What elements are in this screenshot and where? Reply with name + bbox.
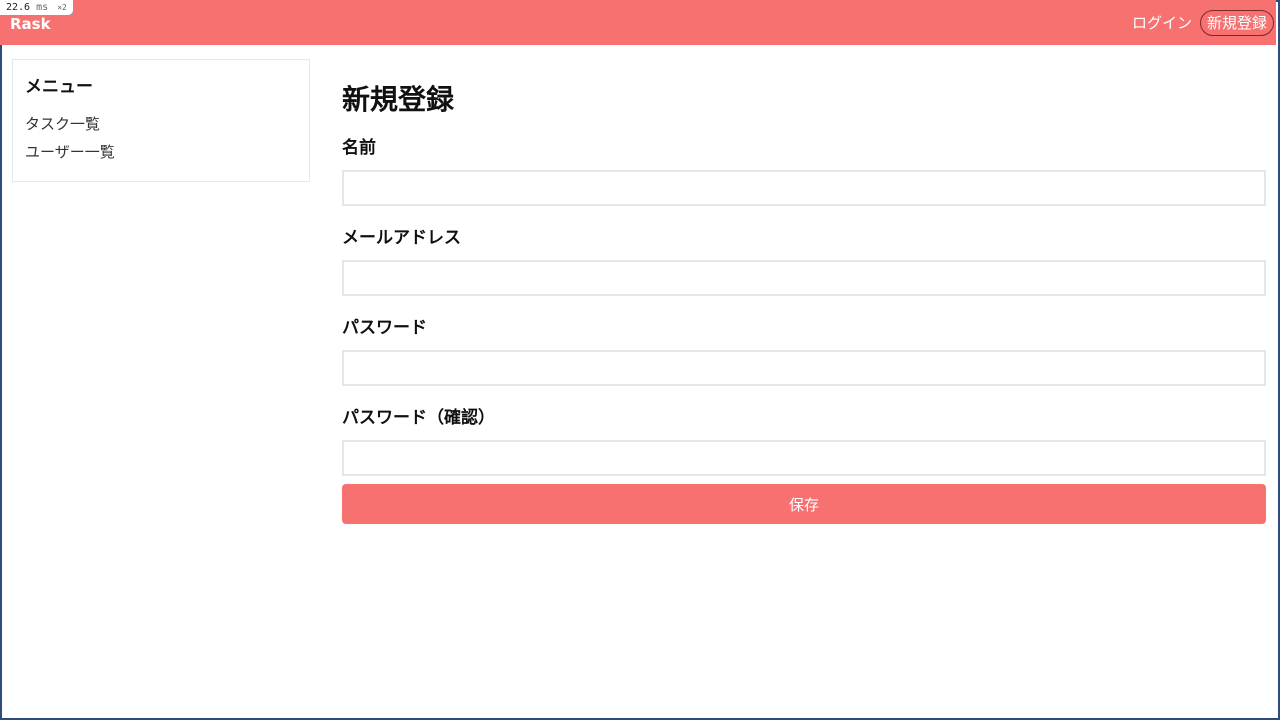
signup-link[interactable]: 新規登録: [1199, 10, 1274, 36]
name-input[interactable]: [342, 170, 1266, 206]
brand-logo[interactable]: Rask: [10, 14, 51, 34]
name-label: 名前: [342, 138, 376, 158]
signup-form: 新規登録 名前 メールアドレス パスワード パスワード（確認） 保存: [342, 78, 1266, 524]
perf-value: 22.6: [6, 2, 31, 13]
page-title: 新規登録: [342, 83, 455, 116]
password-input[interactable]: [342, 350, 1266, 386]
save-button[interactable]: 保存: [342, 484, 1266, 524]
password-confirm-input[interactable]: [342, 440, 1266, 476]
top-navbar: Rask ログイン 新規登録: [0, 0, 1276, 45]
password-confirm-label: パスワード（確認）: [342, 408, 495, 428]
perf-multiplier: ×2: [57, 3, 67, 12]
sidebar-title: メニュー: [25, 77, 93, 97]
perf-unit: ms: [36, 2, 49, 13]
email-label: メールアドレス: [342, 228, 461, 248]
sidebar-item-task-list[interactable]: タスク一覧: [25, 110, 297, 138]
sidebar-item-user-list[interactable]: ユーザー一覧: [25, 138, 297, 166]
email-input[interactable]: [342, 260, 1266, 296]
perf-badge: 22.6 ms ×2: [0, 0, 74, 16]
password-label: パスワード: [342, 318, 427, 338]
login-link[interactable]: ログイン: [1132, 13, 1192, 33]
sidebar-menu: メニュー タスク一覧 ユーザー一覧: [12, 59, 310, 182]
